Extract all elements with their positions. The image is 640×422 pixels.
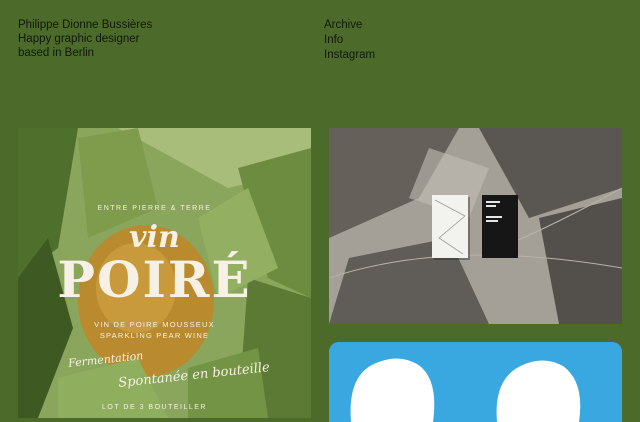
- project-tile-blue-illustration[interactable]: [329, 342, 622, 422]
- label-subtitle-fr: VIN DE POIRE MOUSSEUX: [94, 320, 215, 329]
- designer-intro: Philippe Dionne Bussières Happy graphic …: [18, 18, 152, 60]
- designer-location: based in Berlin: [18, 47, 95, 59]
- label-top-text: ENTRE PIERRE & TERRE: [97, 205, 212, 212]
- business-cards-image: [329, 128, 622, 324]
- designer-name: Philippe Dionne Bussières: [18, 19, 153, 31]
- project-tile-vin-poire[interactable]: ENTRE PIERRE & TERRE vin POIRÉ VIN DE PO…: [18, 128, 311, 418]
- project-tile-business-cards[interactable]: [329, 128, 622, 324]
- designer-tagline: Happy graphic designer: [18, 33, 140, 45]
- blue-illustration-image: [329, 342, 622, 422]
- nav-info-link[interactable]: Info: [324, 33, 375, 48]
- label-subtitle-en: SPARKLING PEAR WINE: [99, 331, 210, 340]
- label-poire-text: POIRÉ: [57, 250, 252, 309]
- nav-archive-link[interactable]: Archive: [324, 18, 375, 33]
- nav-instagram-link[interactable]: Instagram: [324, 48, 375, 63]
- label-lot-text: LOT DE 3 BOUTEILLER: [101, 404, 207, 411]
- main-nav: Archive Info Instagram: [324, 18, 375, 63]
